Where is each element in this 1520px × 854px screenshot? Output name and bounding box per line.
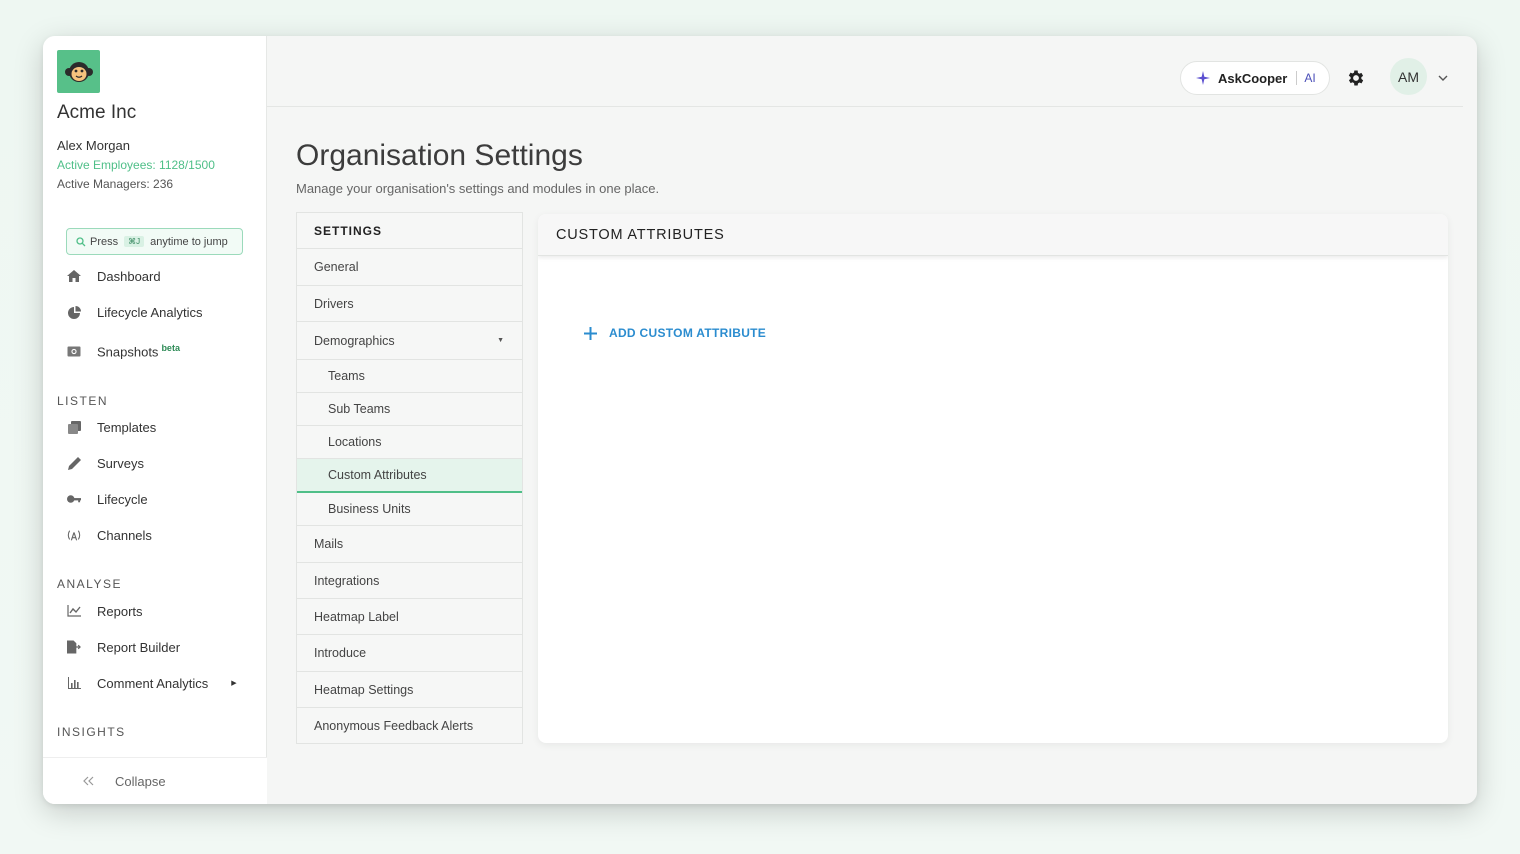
- section-analyse: ANALYSE: [57, 577, 122, 591]
- page-subtitle: Manage your organisation's settings and …: [296, 181, 660, 196]
- menu-introduce[interactable]: Introduce: [297, 635, 522, 672]
- plus-icon: [584, 326, 597, 340]
- menu-heatmap-settings[interactable]: Heatmap Settings: [297, 672, 522, 708]
- collapse-button[interactable]: Collapse: [43, 757, 267, 804]
- menu-heatmap-label[interactable]: Heatmap Label: [297, 599, 522, 635]
- search-icon: [76, 236, 86, 246]
- snapshots-text: Snapshots: [97, 344, 159, 360]
- nav-lifecycle-label: Lifecycle: [97, 491, 148, 507]
- top-bar: AskCooper AI AM: [267, 36, 1463, 107]
- double-chevron-left-icon: [83, 774, 95, 789]
- nav-templates[interactable]: Templates: [67, 417, 156, 437]
- menu-general[interactable]: General: [297, 249, 522, 286]
- caret-down-icon: ▼: [497, 337, 504, 344]
- sidebar: Acme Inc Alex Morgan Active Employees: 1…: [43, 36, 267, 804]
- custom-attributes-panel: CUSTOM ATTRIBUTES ADD CUSTOM ATTRIBUTE: [538, 214, 1448, 743]
- add-custom-attribute-button[interactable]: ADD CUSTOM ATTRIBUTE: [584, 326, 766, 340]
- menu-drivers[interactable]: Drivers: [297, 286, 522, 322]
- monkey-logo-icon: [64, 61, 93, 82]
- pie-chart-icon: [67, 305, 81, 319]
- company-logo[interactable]: [57, 50, 100, 93]
- active-employees: Active Employees: 1128/1500: [57, 158, 215, 172]
- active-managers: Active Managers: 236: [57, 177, 174, 191]
- panel-title: CUSTOM ATTRIBUTES: [538, 214, 1448, 256]
- menu-locations[interactable]: Locations: [297, 426, 522, 459]
- nav-dashboard-label: Dashboard: [97, 268, 161, 284]
- askcooper-label: AskCooper: [1218, 70, 1288, 86]
- bar-chart-icon: [67, 676, 81, 690]
- sparkle-icon: [1196, 71, 1210, 85]
- pen-icon: [67, 456, 81, 470]
- gear-icon[interactable]: [1346, 68, 1366, 88]
- document-arrow-icon: [67, 640, 81, 654]
- nav-reports-label: Reports: [97, 603, 143, 619]
- menu-business-units[interactable]: Business Units: [297, 493, 522, 526]
- settings-menu: SETTINGS General Drivers Demographics ▼ …: [296, 212, 523, 744]
- nav-comment-analytics[interactable]: Comment Analytics ▶: [67, 673, 237, 693]
- copy-icon: [67, 420, 81, 434]
- collapse-label: Collapse: [115, 773, 166, 789]
- home-icon: [67, 269, 81, 283]
- nav-dashboard[interactable]: Dashboard: [67, 266, 161, 286]
- nav-report-builder-label: Report Builder: [97, 639, 181, 655]
- menu-anonymous-feedback-alerts[interactable]: Anonymous Feedback Alerts: [297, 708, 522, 743]
- menu-sub-teams[interactable]: Sub Teams: [297, 393, 522, 426]
- page-title: Organisation Settings: [296, 139, 583, 172]
- expand-arrow-icon[interactable]: ▶: [231, 679, 236, 687]
- nav-comment-analytics-label: Comment Analytics: [97, 675, 209, 691]
- broadcast-icon: [67, 528, 81, 542]
- avatar[interactable]: AM: [1390, 58, 1427, 95]
- nav-report-builder[interactable]: Report Builder: [67, 637, 180, 657]
- nav-snapshots-label: Snapshots beta: [97, 343, 180, 359]
- app-window: Acme Inc Alex Morgan Active Employees: 1…: [43, 36, 1477, 804]
- menu-demographics[interactable]: Demographics ▼: [297, 322, 522, 360]
- nav-channels-label: Channels: [97, 527, 152, 543]
- key-icon: [67, 492, 81, 506]
- camera-icon: [67, 344, 81, 358]
- chevron-down-icon[interactable]: [1437, 72, 1449, 84]
- line-chart-icon: [67, 604, 81, 618]
- askcooper-button[interactable]: AskCooper AI: [1180, 61, 1330, 95]
- section-listen: LISTEN: [57, 394, 109, 408]
- nav-templates-label: Templates: [97, 419, 157, 435]
- nav-channels[interactable]: Channels: [67, 525, 152, 545]
- settings-heading: SETTINGS: [297, 213, 522, 249]
- org-name: Acme Inc: [57, 102, 137, 123]
- jump-search[interactable]: Press ⌘J anytime to jump: [66, 228, 243, 255]
- nav-surveys-label: Surveys: [97, 455, 144, 471]
- menu-integrations[interactable]: Integrations: [297, 563, 522, 599]
- search-prefix: Press: [90, 235, 119, 248]
- nav-reports[interactable]: Reports: [67, 601, 143, 621]
- menu-mails[interactable]: Mails: [297, 526, 522, 563]
- ai-badge: AI: [1296, 71, 1316, 85]
- nav-lifecycle-analytics[interactable]: Lifecycle Analytics: [67, 302, 203, 322]
- nav-surveys[interactable]: Surveys: [67, 453, 144, 473]
- beta-badge: beta: [161, 342, 180, 353]
- menu-demographics-label: Demographics: [314, 333, 395, 348]
- section-insights: INSIGHTS: [57, 725, 126, 739]
- add-custom-attribute-label: ADD CUSTOM ATTRIBUTE: [609, 326, 767, 340]
- shortcut-key: ⌘J: [124, 236, 145, 247]
- nav-lifecycle[interactable]: Lifecycle: [67, 489, 148, 509]
- nav-lifecycle-analytics-label: Lifecycle Analytics: [97, 304, 203, 320]
- user-name: Alex Morgan: [57, 138, 130, 153]
- nav-snapshots[interactable]: Snapshots beta: [67, 341, 180, 361]
- menu-custom-attributes[interactable]: Custom Attributes: [297, 459, 522, 493]
- search-suffix: anytime to jump: [150, 235, 228, 248]
- menu-teams[interactable]: Teams: [297, 360, 522, 393]
